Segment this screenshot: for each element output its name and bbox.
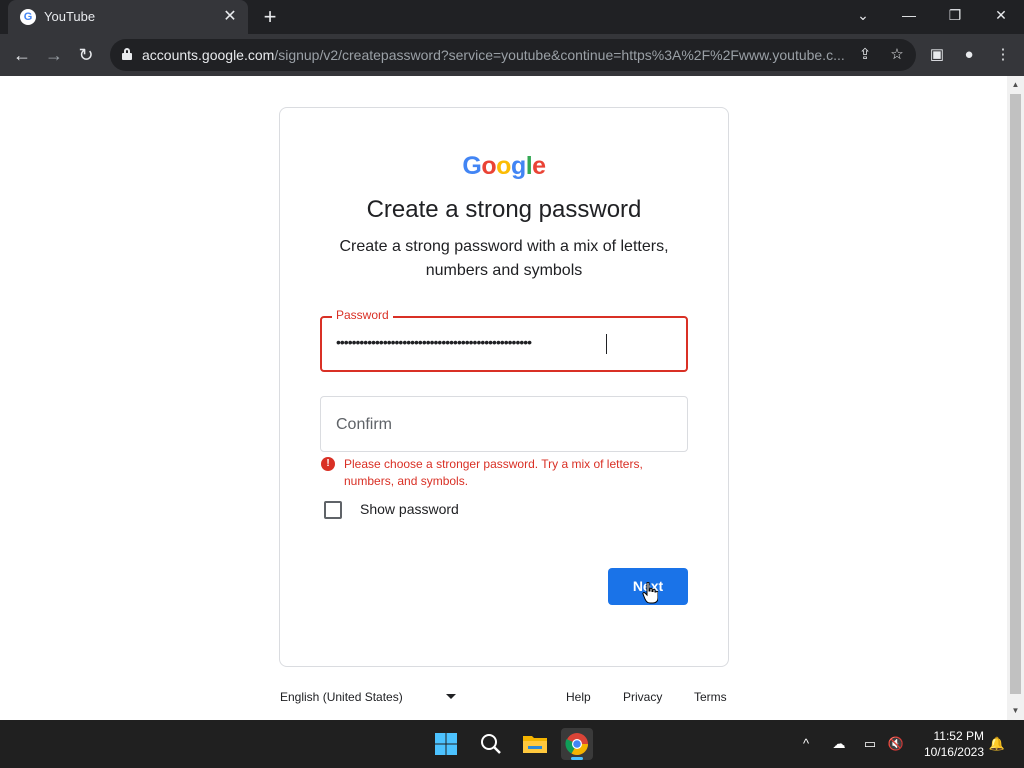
scroll-down-icon[interactable]: ▼: [1011, 706, 1020, 715]
show-password-label[interactable]: Show password: [360, 501, 459, 517]
language-selector[interactable]: English (United States): [280, 690, 403, 704]
page-scrollbar[interactable]: ▲ ▼: [1007, 76, 1024, 720]
address-bar[interactable]: accounts.google.com/signup/v2/createpass…: [110, 39, 916, 71]
tab-search-icon[interactable]: ⌄: [840, 0, 886, 34]
show-password-checkbox[interactable]: [324, 501, 342, 519]
bookmark-star-icon[interactable]: ☆: [886, 44, 908, 66]
google-favicon-icon: G: [20, 9, 36, 25]
browser-tab-bar: G YouTube ✕ + ⌄ — ❐ ✕: [0, 0, 1024, 34]
chrome-icon[interactable]: [561, 728, 593, 760]
chevron-down-icon[interactable]: [446, 694, 456, 699]
active-app-indicator: [571, 757, 583, 760]
clock-time: 11:52 PM: [933, 729, 984, 743]
close-tab-icon[interactable]: ✕: [220, 7, 240, 27]
page-title: Create a strong password: [366, 196, 642, 223]
confirm-field[interactable]: Confirm: [320, 396, 688, 452]
text-caret: [606, 334, 607, 354]
menu-icon[interactable]: ⋮: [992, 44, 1014, 66]
clock-date: 10/16/2023: [923, 745, 984, 759]
start-icon[interactable]: [430, 728, 462, 760]
file-explorer-icon[interactable]: [519, 728, 551, 760]
reload-button[interactable]: ↻: [74, 43, 98, 67]
system-clock[interactable]: 11:52 PM 10/16/2023: [912, 728, 984, 760]
close-window-button[interactable]: ✕: [978, 0, 1024, 34]
google-logo-letter: e: [532, 152, 546, 180]
google-logo-letter: o: [481, 152, 497, 180]
google-logo-letter: G: [462, 152, 482, 180]
hand-cursor-icon: [642, 582, 658, 604]
error-message: Please choose a stronger password. Try a…: [344, 457, 643, 488]
url-text[interactable]: accounts.google.com/signup/v2/createpass…: [142, 47, 845, 63]
signup-card: Google Create a strong password Create a…: [279, 107, 729, 667]
scrollbar-thumb[interactable]: [1010, 94, 1021, 694]
page-footer: English (United States) Help Privacy Ter…: [279, 688, 729, 708]
privacy-link[interactable]: Privacy: [623, 690, 662, 704]
google-logo-letter: g: [510, 152, 526, 180]
notification-bell-icon[interactable]: 🔔: [987, 734, 1007, 754]
password-label: Password: [332, 308, 393, 322]
share-icon[interactable]: ⇪: [854, 44, 876, 66]
new-tab-button[interactable]: +: [258, 5, 282, 29]
confirm-placeholder: Confirm: [336, 416, 393, 433]
show-hidden-icons-icon[interactable]: ^: [796, 734, 816, 754]
tab-youtube[interactable]: G YouTube ✕: [8, 0, 248, 34]
windows-taskbar: ^ ☁ ▭ 🔇 11:52 PM 10/16/2023 🔔: [0, 720, 1024, 768]
restore-button[interactable]: ❐: [932, 0, 978, 34]
scroll-up-icon[interactable]: ▲: [1011, 80, 1020, 89]
google-logo: Google: [280, 152, 728, 181]
profile-icon[interactable]: ●: [958, 44, 980, 66]
browser-toolbar: ← → ↻ accounts.google.com/signup/v2/crea…: [0, 34, 1024, 76]
lock-icon[interactable]: [122, 48, 132, 60]
network-icon[interactable]: ▭: [860, 734, 880, 754]
page-subtitle: Create a strong password with a mix of l…: [339, 238, 669, 279]
side-panel-icon[interactable]: ▣: [926, 44, 948, 66]
google-logo-letter: o: [496, 152, 511, 180]
password-field[interactable]: Password •••••••••••••••••••••••••••••••…: [320, 308, 688, 372]
page-content: Google Create a strong password Create a…: [0, 76, 1007, 720]
volume-muted-icon[interactable]: 🔇: [886, 734, 906, 754]
search-icon[interactable]: [475, 728, 507, 760]
back-button[interactable]: ←: [10, 43, 34, 67]
onedrive-icon[interactable]: ☁: [829, 734, 849, 754]
tab-title: YouTube: [44, 9, 96, 24]
minimize-button[interactable]: —: [886, 0, 932, 34]
terms-link[interactable]: Terms: [694, 690, 727, 704]
help-link[interactable]: Help: [566, 690, 591, 704]
error-icon: !: [321, 457, 335, 471]
password-value: ••••••••••••••••••••••••••••••••••••••••…: [336, 334, 532, 350]
forward-button[interactable]: →: [42, 43, 66, 67]
